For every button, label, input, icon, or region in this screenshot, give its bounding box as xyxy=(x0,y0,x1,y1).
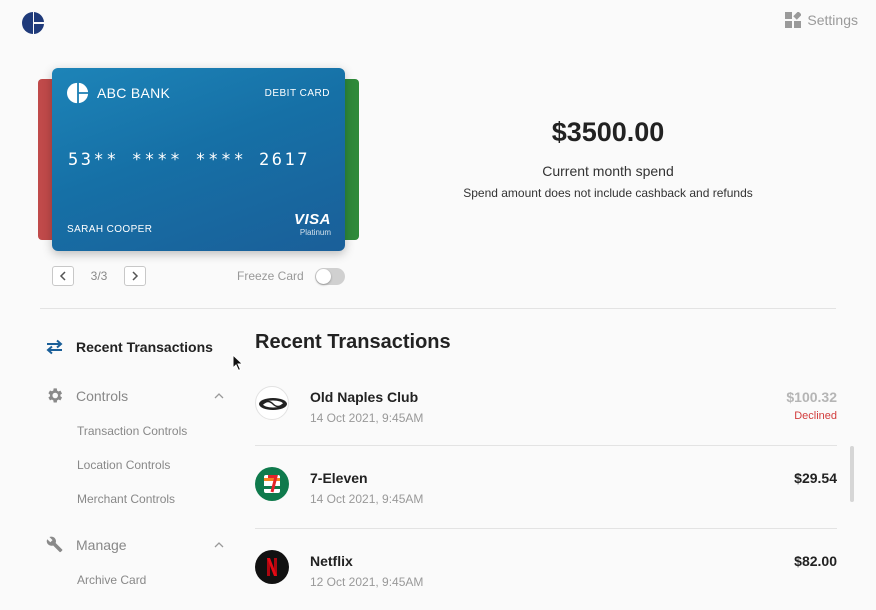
transaction-row[interactable]: 7-Eleven 14 Oct 2021, 9:45AM $29.54 xyxy=(255,467,837,527)
sidebar-item-recent-transactions[interactable]: Recent Transactions xyxy=(45,339,213,355)
spend-amount: $3500.00 xyxy=(551,117,665,147)
transaction-amount: $82.00 xyxy=(794,553,837,569)
card-number: 53** **** **** 2617 xyxy=(68,150,310,170)
freeze-card-label: Freeze Card xyxy=(237,269,304,283)
netflix-logo-icon xyxy=(255,550,289,584)
settings-label: Settings xyxy=(807,12,858,28)
transaction-date: 14 Oct 2021, 9:45AM xyxy=(310,492,424,506)
card-holder: SARAH COOPER xyxy=(67,224,153,235)
sidebar-item-manage[interactable]: Manage xyxy=(45,535,127,554)
sidebar-item-label: Manage xyxy=(76,536,127,553)
toggle-knob xyxy=(316,269,331,284)
7-eleven-logo-icon xyxy=(255,467,289,501)
transactions-scrollbar[interactable] xyxy=(850,446,854,502)
freeze-card-toggle[interactable] xyxy=(315,268,345,285)
app-logo-icon xyxy=(22,12,44,34)
grid-icon xyxy=(785,12,802,28)
swap-arrows-icon xyxy=(46,339,63,355)
spend-note: Spend amount does not include cashback a… xyxy=(463,186,753,200)
transaction-date: 14 Oct 2021, 9:45AM xyxy=(310,411,424,425)
visa-logo: VISA Platinum xyxy=(294,211,331,237)
mouse-cursor-icon xyxy=(232,354,244,372)
old-naples-club-logo-icon xyxy=(255,386,289,420)
merchant-name: Netflix xyxy=(310,553,353,569)
sidebar-subitem-location-controls[interactable]: Location Controls xyxy=(77,458,170,472)
merchant-name: 7-Eleven xyxy=(310,470,368,486)
sidebar-item-controls[interactable]: Controls xyxy=(45,386,128,405)
sidebar-item-label: Controls xyxy=(76,387,129,404)
next-card-button[interactable] xyxy=(124,266,146,286)
settings-button[interactable]: Settings xyxy=(785,12,858,28)
debit-card[interactable]: ABC BANK DEBIT CARD 53** **** **** 2617 … xyxy=(52,68,345,251)
transaction-date: 12 Oct 2021, 9:45AM xyxy=(310,575,424,589)
sidebar-subitem-archive-card[interactable]: Archive Card xyxy=(77,573,146,587)
chevron-up-icon[interactable] xyxy=(213,539,225,551)
sidebar-subitem-transaction-controls[interactable]: Transaction Controls xyxy=(77,424,187,438)
transaction-row[interactable]: Old Naples Club 14 Oct 2021, 9:45AM $100… xyxy=(255,386,837,446)
card-network: VISA xyxy=(293,211,331,228)
merchant-name: Old Naples Club xyxy=(310,389,419,405)
transactions-title: Recent Transactions xyxy=(255,331,451,353)
bank-logo-icon xyxy=(67,82,89,104)
transaction-row[interactable]: Netflix 12 Oct 2021, 9:45AM $82.00 xyxy=(255,550,837,610)
row-divider xyxy=(255,528,837,529)
prev-card-button[interactable] xyxy=(52,266,74,286)
spend-label: Current month spend xyxy=(542,163,674,179)
transaction-amount: $29.54 xyxy=(794,470,837,486)
sidebar-subitem-merchant-controls[interactable]: Merchant Controls xyxy=(77,492,175,506)
card-type: DEBIT CARD xyxy=(264,88,330,99)
card-page-count: 3/3 xyxy=(90,269,108,283)
sidebar-item-label: Recent Transactions xyxy=(76,339,213,355)
wrench-icon xyxy=(46,536,63,553)
status-badge: Declined xyxy=(794,410,837,422)
section-divider xyxy=(40,308,836,309)
card-pager: 3/3 xyxy=(52,266,146,286)
card-tier: Platinum xyxy=(299,228,331,237)
bank-name: ABC BANK xyxy=(97,85,171,101)
chevron-left-icon xyxy=(59,271,66,281)
chevron-up-icon[interactable] xyxy=(213,390,225,402)
gear-icon xyxy=(48,388,63,403)
chevron-right-icon xyxy=(132,271,139,281)
transaction-amount: $100.32 xyxy=(786,389,837,405)
row-divider xyxy=(255,445,837,446)
